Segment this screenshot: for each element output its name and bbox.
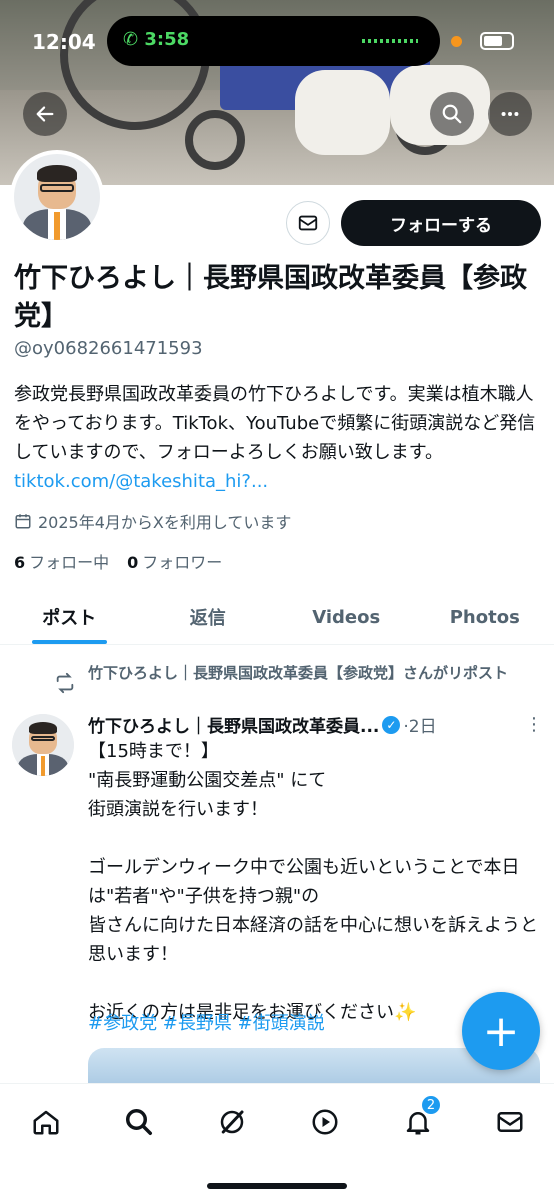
post-avatar[interactable] xyxy=(12,714,74,776)
calendar-icon xyxy=(15,514,31,529)
following-link[interactable]: 6 フォロー中 xyxy=(14,549,109,573)
repost-indicator: 竹下ひろよし｜長野県国政改革委員【参政党】さんがリポスト xyxy=(54,662,534,694)
arrow-left-icon xyxy=(36,106,54,122)
post-text: 【15時まで！】 "南長野運動公園交差点" にて 街頭演説を行います！ ゴールデ… xyxy=(88,741,538,1023)
nav-video[interactable] xyxy=(303,1100,347,1144)
avatar-hair xyxy=(37,165,77,183)
avatar-glasses xyxy=(39,184,75,192)
message-button[interactable] xyxy=(286,201,330,245)
followers-count: 0 xyxy=(127,553,139,572)
avatar-photo xyxy=(14,154,100,240)
notification-badge: 2 xyxy=(420,1094,442,1116)
bio-link[interactable]: tiktok.com/@takeshita_hi?... xyxy=(14,471,268,492)
battery-icon xyxy=(480,32,514,50)
profile-tabs: ポスト 返信 Videos Photos xyxy=(0,590,554,645)
post-hashtags[interactable]: #参政党 #長野県 #街頭演説 xyxy=(88,1009,325,1035)
banner-wheel-small xyxy=(185,110,245,170)
banner-cast-left xyxy=(295,70,390,155)
play-icon xyxy=(312,1109,338,1135)
audio-wave-icon xyxy=(362,39,418,43)
bio-text: 参政党長野県国政改革委員の竹下ひろよしです。実業は植木職人をやっております。Ti… xyxy=(14,384,536,463)
tab-videos[interactable]: Videos xyxy=(277,590,416,644)
home-icon xyxy=(33,1110,59,1135)
nav-search[interactable] xyxy=(117,1100,161,1144)
plus-icon: + xyxy=(482,1005,520,1057)
post-avatar-glasses xyxy=(30,735,56,742)
follow-stats: 6 フォロー中 0 フォロワー xyxy=(14,549,222,573)
call-time: 3:58 xyxy=(144,29,190,50)
nav-notifications[interactable]: 2 xyxy=(396,1094,442,1144)
followers-link[interactable]: 0 フォロワー xyxy=(127,549,222,573)
profile-handle: @oy0682661471593 xyxy=(14,338,203,359)
profile-name: 竹下ひろよし｜長野県国政改革委員【参政党】 xyxy=(14,263,527,332)
follow-button[interactable]: フォローする xyxy=(341,200,541,246)
dynamic-island[interactable]: ✆ 3:58 xyxy=(107,16,440,66)
search-icon xyxy=(126,1109,152,1135)
nav-messages[interactable] xyxy=(488,1100,532,1144)
joined-text: 2025年4月からXを利用しています xyxy=(38,513,292,532)
mic-indicator-icon xyxy=(451,36,462,47)
search-icon xyxy=(442,104,462,124)
following-count: 6 xyxy=(14,553,26,572)
post-author[interactable]: 竹下ひろよし｜長野県国政改革委員... xyxy=(88,712,379,737)
tab-posts[interactable]: ポスト xyxy=(0,590,139,644)
grok-icon xyxy=(220,1110,244,1134)
more-dots-icon xyxy=(501,111,519,117)
post-avatar-photo xyxy=(12,714,74,776)
verified-badge-icon: ✓ xyxy=(382,715,401,734)
profile-avatar[interactable] xyxy=(10,150,104,244)
status-time: 12:04 xyxy=(32,30,96,54)
nav-grok[interactable] xyxy=(210,1100,254,1144)
following-label: フォロー中 xyxy=(29,553,110,572)
call-timer: ✆ 3:58 xyxy=(123,29,190,50)
post-avatar-hair xyxy=(28,722,58,735)
tab-replies[interactable]: 返信 xyxy=(139,590,278,644)
home-indicator xyxy=(207,1183,347,1189)
nav-home[interactable] xyxy=(24,1100,68,1144)
envelope-icon xyxy=(298,215,318,231)
more-button[interactable] xyxy=(488,92,532,136)
profile-bio: 参政党長野県国政改革委員の竹下ひろよしです。実業は植木職人をやっております。Ti… xyxy=(14,380,544,496)
post-header: 竹下ひろよし｜長野県国政改革委員... ✓ ·2日 ⋮ xyxy=(88,712,543,737)
repost-icon xyxy=(56,672,74,694)
tab-photos[interactable]: Photos xyxy=(416,590,554,644)
joined-date: 2025年4月からXを利用しています xyxy=(14,509,291,533)
search-button[interactable] xyxy=(430,92,474,136)
avatar-tie xyxy=(53,212,61,240)
repost-label[interactable]: 竹下ひろよし｜長野県国政改革委員【参政党】さんがリポスト xyxy=(88,662,508,694)
post-time[interactable]: ·2日 xyxy=(403,712,436,737)
post-avatar-tie xyxy=(40,756,46,776)
envelope-icon xyxy=(497,1112,523,1132)
back-button[interactable] xyxy=(23,92,67,136)
followers-label: フォロワー xyxy=(142,553,223,572)
compose-button[interactable]: + xyxy=(462,992,540,1070)
post-more-icon[interactable]: ⋮ xyxy=(525,714,543,735)
